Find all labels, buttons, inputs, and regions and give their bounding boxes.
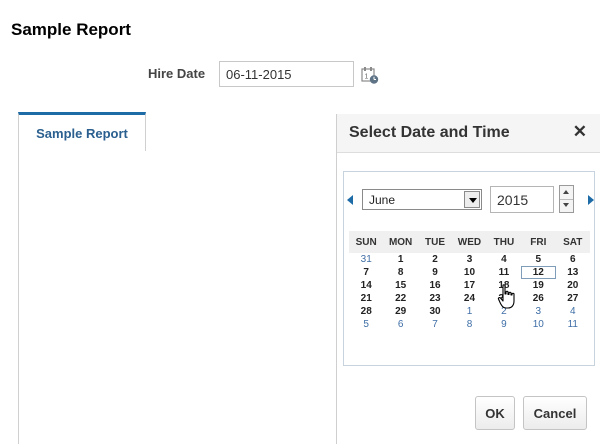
weekday-header: TUE	[417, 231, 453, 253]
calendar-day[interactable]: 9	[418, 266, 452, 279]
date-picker-title: Select Date and Time	[349, 124, 510, 141]
month-value: June	[369, 193, 396, 207]
calendar-day[interactable]: 11	[487, 266, 521, 279]
calendar-day[interactable]: 4	[556, 305, 590, 318]
hire-date-input[interactable]	[219, 61, 354, 87]
calendar-day[interactable]: 4	[487, 253, 521, 266]
arrow-left-icon[interactable]	[347, 195, 353, 205]
hire-date-label: Hire Date	[148, 66, 206, 81]
chevron-down-icon[interactable]	[464, 191, 480, 208]
svg-text:1: 1	[365, 74, 369, 81]
calendar-day[interactable]: 16	[418, 279, 452, 292]
calendar-day[interactable]: 19	[521, 279, 555, 292]
calendar-day[interactable]: 17	[452, 279, 486, 292]
spin-down-icon[interactable]	[560, 199, 573, 212]
calendar-body: 31 1 2 3 4 5 6 7 8 9 10 11 12 13 14 15 16 17 18 19 20 21 22 23 2…	[349, 253, 590, 331]
weekday-header-row: SUN MON TUE WED THU FRI SAT	[349, 231, 590, 253]
calendar-day[interactable]: 7	[418, 318, 452, 331]
calendar-day[interactable]: 3	[521, 305, 555, 318]
calendar-day[interactable]: 20	[556, 279, 590, 292]
calendar-grid: SUN MON TUE WED THU FRI SAT 31 1 2 3 4 5 6 7 8 9 10 11 12 1…	[349, 231, 590, 331]
month-select[interactable]: June	[362, 189, 482, 210]
weekday-header: MON	[383, 231, 418, 253]
calendar-day[interactable]: 23	[418, 292, 452, 305]
calendar-day[interactable]: 11	[556, 318, 590, 331]
calendar-day[interactable]: 12	[521, 266, 556, 279]
calendar-day[interactable]: 3	[452, 253, 486, 266]
weekday-header: WED	[452, 231, 487, 253]
year-spinner[interactable]	[559, 185, 574, 213]
ok-button[interactable]: OK	[475, 396, 515, 430]
calendar-day[interactable]: 1	[452, 305, 486, 318]
calendar-day[interactable]: 31	[349, 253, 383, 266]
calendar-day[interactable]: 18	[487, 279, 521, 292]
hire-date-row: Hire Date 1	[0, 61, 420, 89]
calendar-day[interactable]: 5	[521, 253, 555, 266]
calendar-day[interactable]: 5	[349, 318, 383, 331]
calendar-week-row: 31 1 2 3 4 5 6	[349, 253, 590, 266]
calendar-day[interactable]: 7	[349, 266, 383, 279]
calendar-day[interactable]: 26	[521, 292, 555, 305]
tab-sample-report[interactable]: Sample Report	[18, 112, 146, 151]
calendar-day[interactable]: 13	[556, 266, 590, 279]
calendar-day[interactable]: 27	[556, 292, 590, 305]
calendar-day[interactable]: 1	[383, 253, 417, 266]
weekday-header: SUN	[349, 231, 384, 253]
calendar-day[interactable]: 8	[383, 266, 417, 279]
calendar-day[interactable]: 29	[383, 305, 417, 318]
arrow-right-icon[interactable]	[588, 195, 594, 205]
calendar-week-row: 7 8 9 10 11 12 13	[349, 266, 590, 279]
date-picker-header: Select Date and Time ✕	[337, 114, 600, 153]
calendar-day[interactable]: 30	[418, 305, 452, 318]
calendar-day[interactable]: 14	[349, 279, 383, 292]
calendar-day[interactable]: 8	[452, 318, 486, 331]
calendar-day[interactable]: 10	[452, 266, 486, 279]
calendar-day[interactable]: 21	[349, 292, 383, 305]
calendar-day[interactable]: 6	[383, 318, 417, 331]
calendar-day[interactable]: 2	[487, 305, 521, 318]
date-picker-popup: Select Date and Time ✕ June SUNMONTUEWED…	[336, 114, 600, 444]
calendar-clock-icon-svg: 1	[361, 67, 379, 84]
report-title: Sample Report	[11, 20, 131, 39]
calendar-week-row: 5 6 7 8 9 10 11	[349, 318, 590, 331]
calendar-day[interactable]: 6	[556, 253, 590, 266]
calendar-day[interactable]: 22	[383, 292, 417, 305]
calendar-day[interactable]: 28	[349, 305, 383, 318]
calendar-week-row: 28 29 30 1 2 3 4	[349, 305, 590, 318]
calendar: June SUNMONTUEWEDTHUFRISAT 3112345678910…	[343, 171, 595, 366]
close-icon[interactable]: ✕	[573, 122, 587, 142]
calendar-clock-icon[interactable]: 1	[360, 65, 380, 85]
calendar-day[interactable]: 10	[521, 318, 555, 331]
weekday-header: SAT	[555, 231, 590, 253]
cancel-button[interactable]: Cancel	[523, 396, 587, 430]
calendar-day[interactable]: 2	[418, 253, 452, 266]
calendar-day[interactable]: 9	[487, 318, 521, 331]
weekday-header: FRI	[521, 231, 556, 253]
calendar-week-row: 14 15 16 17 18 19 20	[349, 279, 590, 292]
spin-up-icon[interactable]	[560, 186, 573, 200]
year-input[interactable]	[490, 186, 554, 213]
weekday-header: THU	[486, 231, 522, 253]
calendar-day[interactable]: 15	[383, 279, 417, 292]
calendar-day[interactable]: 24	[452, 292, 486, 305]
calendar-day[interactable]: 25	[487, 292, 521, 305]
calendar-week-row: 21 22 23 24 25 26 27	[349, 292, 590, 305]
